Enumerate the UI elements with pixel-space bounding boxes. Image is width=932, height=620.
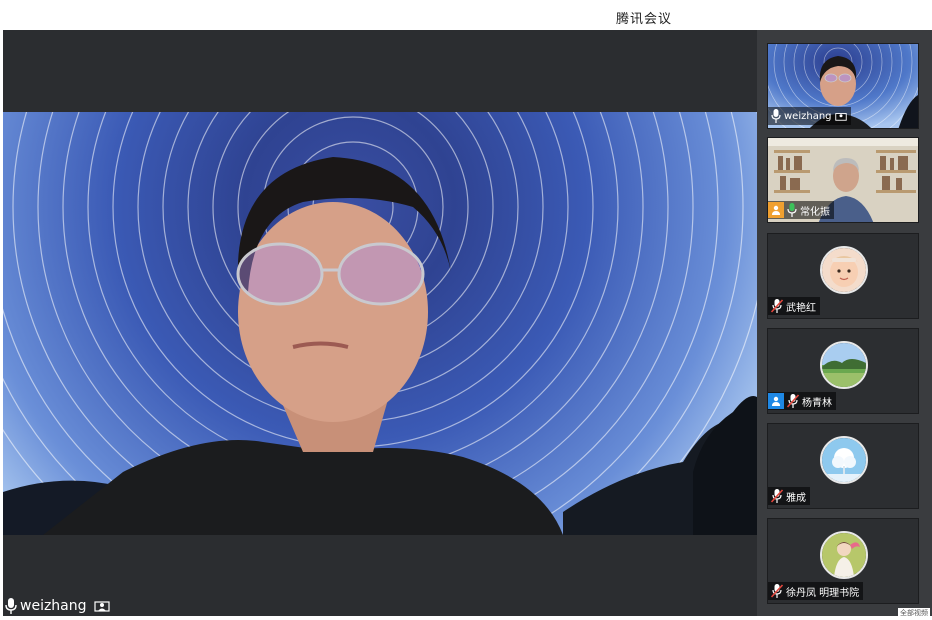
participant-name: 杨青林	[802, 397, 832, 409]
baby-avatar-image	[822, 248, 866, 292]
main-speaker-name: weizhang	[20, 598, 87, 614]
participant-sidebar: weizhang 常化振 武艳红 杨青林 雅成 徐丹凤 明理书院	[757, 30, 932, 616]
avatar	[820, 436, 868, 484]
window-title: 腾讯会议	[615, 12, 672, 27]
participant-tile[interactable]: 武艳红	[767, 233, 919, 319]
main-speaker-video[interactable]	[3, 112, 757, 535]
view-all-label[interactable]: 全部视频	[898, 608, 930, 618]
main-stage: weizhang	[3, 30, 757, 616]
person-icon	[772, 396, 780, 406]
participant-tile[interactable]: 杨青林	[767, 328, 919, 414]
microphone-muted-icon	[771, 299, 783, 313]
video-layout-icon	[834, 112, 847, 121]
main-speaker-nameplate: weizhang	[5, 596, 110, 616]
participant-tile[interactable]: weizhang	[767, 43, 919, 129]
participant-nameplate: 雅成	[768, 487, 810, 505]
microphone-icon	[5, 598, 17, 614]
illustration-avatar-image	[822, 533, 866, 577]
participant-name: 徐丹凤 明理书院	[786, 587, 860, 599]
snow-tree-avatar-image	[822, 438, 866, 482]
participant-nameplate: weizhang	[768, 107, 851, 125]
participant-nameplate: 武艳红	[768, 297, 820, 315]
avatar	[820, 341, 868, 389]
participant-tile[interactable]: 常化振	[767, 137, 919, 223]
person-icon	[772, 205, 780, 215]
host-badge	[768, 202, 784, 218]
microphone-muted-icon	[771, 584, 783, 598]
participant-nameplate: 常化振	[768, 201, 834, 219]
cohost-badge	[768, 393, 784, 409]
window-titlebar: 腾讯会议	[0, 0, 932, 30]
microphone-muted-icon	[787, 394, 799, 408]
participant-name: 雅成	[786, 492, 806, 504]
video-layout-icon	[93, 601, 110, 612]
microphone-active-icon	[787, 203, 797, 217]
participant-tile[interactable]: 雅成	[767, 423, 919, 509]
participant-name: 常化振	[800, 206, 830, 218]
landscape-avatar-image	[822, 343, 866, 387]
microphone-muted-icon	[771, 489, 783, 503]
participant-nameplate: 杨青林	[768, 392, 836, 410]
participant-tile[interactable]: 徐丹凤 明理书院	[767, 518, 919, 604]
microphone-icon	[771, 109, 781, 123]
avatar	[820, 246, 868, 294]
participant-nameplate: 徐丹凤 明理书院	[768, 582, 864, 600]
star-trail-background	[3, 112, 757, 535]
participant-name: 武艳红	[786, 302, 816, 314]
avatar	[820, 531, 868, 579]
participant-name: weizhang	[784, 110, 832, 122]
